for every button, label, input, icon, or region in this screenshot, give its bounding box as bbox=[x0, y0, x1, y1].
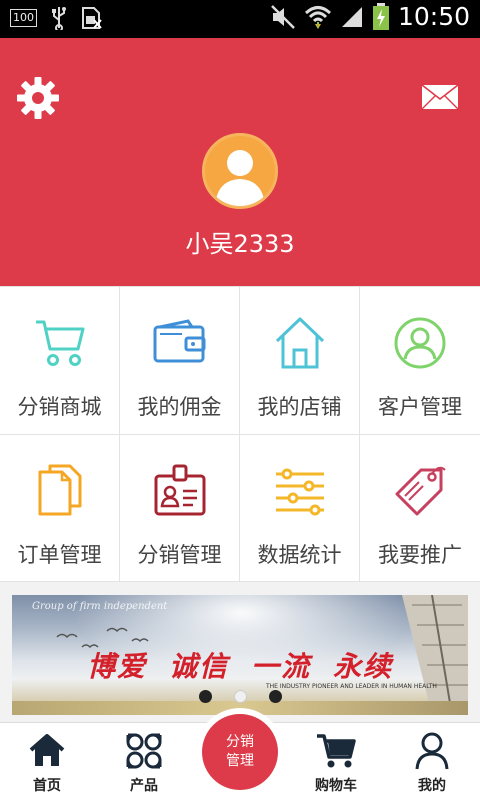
battery-100-icon: 100 bbox=[10, 9, 37, 27]
center-button-line1: 分销 bbox=[226, 734, 254, 750]
wifi-icon bbox=[304, 5, 331, 29]
carousel-dot[interactable] bbox=[268, 690, 282, 703]
banner-tagline: Group of firm independent bbox=[32, 601, 168, 612]
cart-icon bbox=[317, 734, 356, 768]
customer-icon bbox=[394, 317, 446, 369]
grid-item-label: 数据统计 bbox=[257, 542, 342, 567]
sliders-icon bbox=[275, 468, 324, 515]
sim-icon bbox=[82, 7, 102, 29]
grid-item-distribution-mall[interactable]: 分销商城 bbox=[0, 287, 120, 435]
grid-item-customer-management[interactable]: 客户管理 bbox=[360, 287, 480, 435]
home-icon bbox=[29, 734, 65, 766]
avatar[interactable] bbox=[202, 133, 278, 209]
carousel-dots bbox=[0, 690, 480, 703]
usb-icon bbox=[52, 7, 66, 30]
slogan-word: 一流 bbox=[251, 650, 312, 683]
grid-item-my-commission[interactable]: 我的佣金 bbox=[120, 287, 240, 435]
nav-home[interactable]: 首页 bbox=[7, 731, 87, 795]
nav-label: 我的 bbox=[418, 778, 446, 794]
banner-english-text: THE INDUSTRY PIONEER AND LEADER IN HUMAN… bbox=[266, 683, 437, 690]
status-time: 10:50 bbox=[397, 2, 470, 31]
nav-label: 首页 bbox=[33, 778, 61, 794]
grid-item-label: 我要推广 bbox=[378, 542, 462, 567]
slogan-word: 永续 bbox=[333, 650, 394, 683]
mail-icon[interactable] bbox=[421, 84, 459, 110]
documents-icon bbox=[38, 464, 81, 515]
grid-item-order-management[interactable]: 订单管理 bbox=[0, 434, 120, 582]
grid-item-distribution-management[interactable]: 分销管理 bbox=[120, 434, 240, 582]
wallet-icon bbox=[153, 319, 205, 363]
grid-item-promote[interactable]: 我要推广 bbox=[360, 435, 480, 582]
feature-grid: 分销商城 我的佣金 我的店铺 客户管理 订单管理 分销管理 数据统计 我要推广 bbox=[0, 286, 480, 582]
nav-cart[interactable]: 购物车 bbox=[296, 731, 376, 795]
grid-item-label: 客户管理 bbox=[378, 395, 462, 419]
id-card-icon bbox=[154, 464, 205, 515]
username: 小吴2333 bbox=[185, 230, 295, 258]
grid-item-label: 我的店铺 bbox=[257, 395, 342, 419]
banner-slogan: 博爱 诚信 一流 永续 bbox=[12, 645, 468, 685]
carousel-dot[interactable] bbox=[198, 690, 212, 703]
nav-mine[interactable]: 我的 bbox=[392, 731, 472, 795]
grid-item-label: 订单管理 bbox=[17, 542, 102, 567]
grid-item-my-shop[interactable]: 我的店铺 bbox=[240, 287, 360, 435]
gear-icon[interactable] bbox=[16, 76, 60, 120]
status-right-icons: 10:50 bbox=[270, 2, 470, 31]
grid-item-label: 我的佣金 bbox=[137, 395, 222, 419]
user-silhouette-icon bbox=[215, 150, 265, 206]
tag-icon bbox=[395, 466, 446, 515]
status-bar: 100 10:50 bbox=[0, 0, 480, 38]
grid-item-data-statistics[interactable]: 数据统计 bbox=[240, 434, 360, 582]
nav-label: 购物车 bbox=[315, 778, 357, 794]
cart-icon bbox=[35, 320, 84, 366]
banner-carousel[interactable]: Group of firm independent 博爱 诚信 一流 永续 TH… bbox=[0, 582, 480, 722]
battery-charging-icon bbox=[372, 2, 389, 30]
nav-product[interactable]: 产品 bbox=[104, 731, 184, 795]
product-icon bbox=[126, 733, 162, 769]
slogan-word: 博爱 bbox=[86, 650, 147, 683]
profile-header: 小吴2333 bbox=[0, 38, 480, 286]
slogan-word: 诚信 bbox=[168, 650, 229, 683]
status-left-icons: 100 bbox=[10, 6, 103, 30]
home-icon bbox=[275, 317, 324, 369]
carousel-dot-active[interactable] bbox=[233, 690, 247, 703]
center-button-line2: 管理 bbox=[226, 753, 254, 769]
user-icon bbox=[415, 732, 449, 770]
nav-label: 产品 bbox=[130, 778, 158, 794]
grid-item-label: 分销商城 bbox=[17, 395, 102, 419]
distribution-management-button[interactable]: 分销 管理 bbox=[196, 708, 284, 796]
mute-icon bbox=[271, 4, 295, 29]
grid-item-label: 分销管理 bbox=[137, 542, 222, 567]
signal-icon bbox=[341, 6, 362, 27]
